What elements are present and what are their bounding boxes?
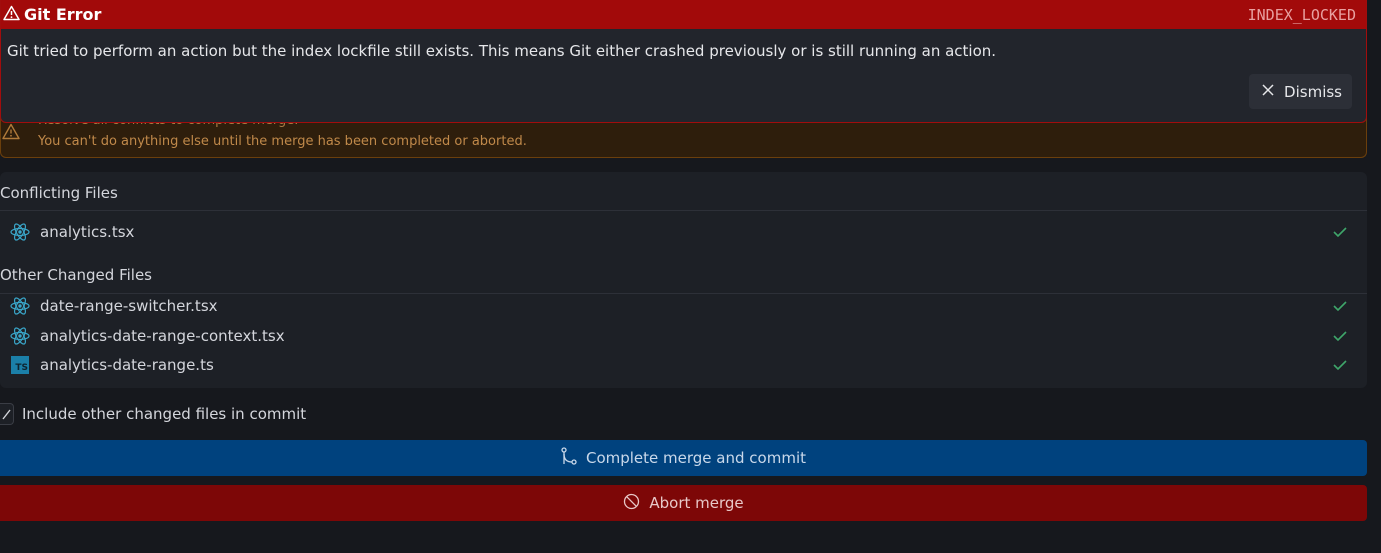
git-error-toast: Git Error INDEX_LOCKED Git tried to perf… — [0, 0, 1367, 123]
merge-warning-detail: You can't do anything else until the mer… — [38, 134, 527, 149]
check-icon — [1333, 327, 1347, 346]
react-icon — [10, 296, 30, 316]
ban-icon — [623, 493, 640, 514]
files-panel: Conflicting Files analytics.tsx Other Ch… — [0, 172, 1367, 388]
include-other-files-option[interactable]: Include other changed files in commit — [0, 401, 306, 427]
dismiss-label: Dismiss — [1284, 82, 1342, 101]
file-name: analytics.tsx — [40, 223, 135, 241]
complete-merge-label: Complete merge and commit — [585, 449, 806, 467]
file-name: date-range-switcher.tsx — [40, 297, 218, 315]
typescript-icon: TS — [10, 355, 30, 375]
check-icon — [1333, 223, 1347, 242]
close-icon — [1261, 83, 1275, 101]
abort-merge-label: Abort merge — [649, 494, 744, 512]
react-icon — [10, 222, 30, 242]
file-name: analytics-date-range-context.tsx — [40, 327, 285, 345]
error-header: Git Error INDEX_LOCKED — [1, 0, 1366, 29]
include-other-files-checkbox[interactable] — [0, 403, 14, 425]
check-icon — [1333, 297, 1347, 316]
other-changed-files-title: Other Changed Files — [0, 266, 152, 284]
divider — [0, 210, 1367, 211]
warning-triangle-icon — [2, 123, 20, 144]
error-code: INDEX_LOCKED — [1247, 5, 1356, 24]
complete-merge-button[interactable]: Complete merge and commit — [0, 440, 1367, 476]
file-row[interactable]: analytics-date-range-context.tsx — [0, 322, 1367, 350]
file-row[interactable]: TS analytics-date-range.ts — [0, 351, 1367, 379]
error-title: Git Error — [24, 5, 102, 24]
warning-triangle-icon — [3, 5, 20, 25]
check-icon — [1333, 356, 1347, 375]
react-icon — [10, 326, 30, 346]
conflicting-files-title: Conflicting Files — [0, 184, 118, 202]
error-message: Git tried to perform an action but the i… — [7, 42, 997, 60]
file-row[interactable]: analytics.tsx — [0, 218, 1367, 246]
dismiss-button[interactable]: Dismiss — [1249, 74, 1352, 109]
git-merge-icon — [561, 447, 577, 469]
abort-merge-button[interactable]: Abort merge — [0, 485, 1367, 521]
include-other-files-label: Include other changed files in commit — [22, 405, 307, 423]
file-name: analytics-date-range.ts — [40, 356, 214, 374]
file-row[interactable]: date-range-switcher.tsx — [0, 292, 1367, 320]
